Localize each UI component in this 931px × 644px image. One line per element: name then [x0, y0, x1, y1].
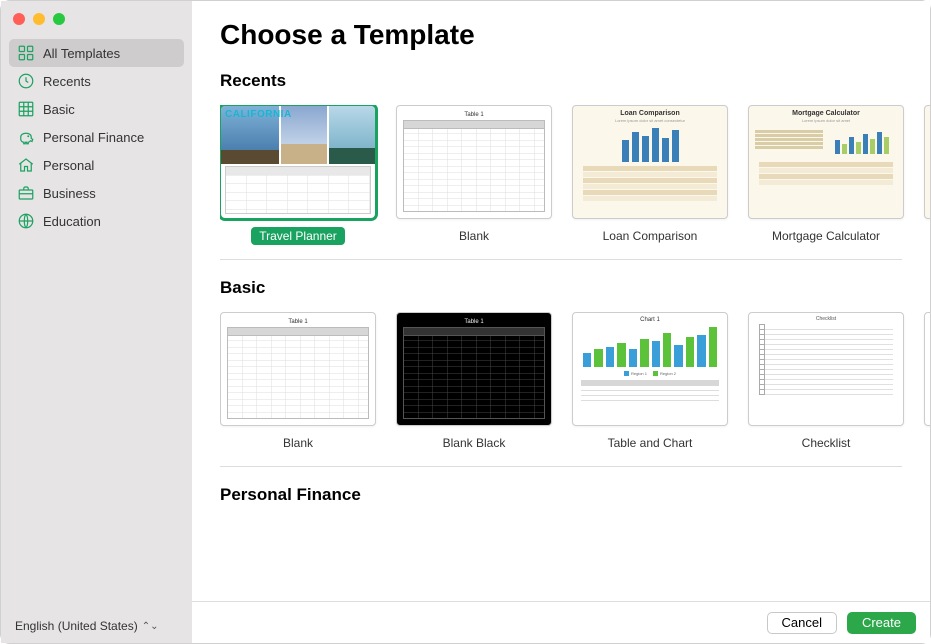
chevron-updown-icon: ⌃⌄ — [142, 621, 159, 632]
globe-icon — [17, 212, 35, 230]
sidebar-item-label: Recents — [43, 74, 91, 89]
page-title: Choose a Template — [220, 19, 930, 51]
footer: Cancel Create — [192, 601, 930, 643]
template-thumbnail: Loan ComparisonLorem ipsum dolor sit ame… — [572, 105, 728, 219]
sidebar-list: All Templates Recents Basic Personal Financ… — [1, 39, 192, 609]
minimize-window-button[interactable] — [33, 13, 45, 25]
section-personal-finance: Personal Finance — [220, 485, 930, 525]
template-thumbnail: Mortgage CalculatorLorem ipsum dolor sit… — [748, 105, 904, 219]
sidebar-item-personal[interactable]: Personal — [9, 151, 184, 179]
template-thumbnail: Table 1 — [220, 312, 376, 426]
template-thumbnail: Table 1 — [396, 312, 552, 426]
window-controls — [1, 9, 192, 39]
template-loan-comparison[interactable]: Loan ComparisonLorem ipsum dolor sit ame… — [572, 105, 728, 245]
sidebar-item-personal-finance[interactable]: Personal Finance — [9, 123, 184, 151]
sidebar-item-label: Business — [43, 186, 96, 201]
sidebar-item-basic[interactable]: Basic — [9, 95, 184, 123]
create-button[interactable]: Create — [847, 612, 916, 634]
template-mortgage-calculator[interactable]: Mortgage CalculatorLorem ipsum dolor sit… — [748, 105, 904, 245]
grid-icon — [17, 100, 35, 118]
section-basic: Basic Table 1 Blank Table 1 Blank Black Chart… — [220, 278, 930, 458]
template-thumbnail: Table 1 — [396, 105, 552, 219]
template-row: CALIFORNIAItinerary Travel Planner Table 1… — [220, 105, 930, 251]
template-row — [220, 519, 930, 525]
template-label: Blank — [451, 227, 497, 245]
briefcase-icon — [17, 184, 35, 202]
main-panel: Choose a Template Recents CALIFORNIAItine… — [192, 1, 930, 643]
template-travel-planner[interactable]: CALIFORNIAItinerary Travel Planner — [220, 105, 376, 245]
template-label: Checklist — [794, 434, 859, 452]
template-thumbnail: CALIFORNIAItinerary — [220, 105, 376, 219]
template-thumbnail: Portfolio$00000.00 — [924, 105, 930, 219]
sidebar-item-all-templates[interactable]: All Templates — [9, 39, 184, 67]
section-divider — [220, 259, 902, 260]
section-title: Basic — [220, 278, 930, 298]
sidebar-item-label: Education — [43, 214, 101, 229]
clock-icon — [17, 72, 35, 90]
sidebar-item-label: Personal Finance — [43, 130, 144, 145]
template-thumbnail: Checklist — [748, 312, 904, 426]
content-scroll[interactable]: Choose a Template Recents CALIFORNIAItine… — [192, 1, 930, 601]
template-label: Travel Planner — [251, 227, 345, 245]
template-blank[interactable]: Table 1 Blank — [220, 312, 376, 452]
sidebar-item-education[interactable]: Education — [9, 207, 184, 235]
template-my-sto[interactable]: Portfolio$00000.00 My Sto — [924, 105, 930, 245]
sidebar-item-business[interactable]: Business — [9, 179, 184, 207]
template-label: Table and Chart — [600, 434, 701, 452]
template-label: Mortgage Calculator — [764, 227, 888, 245]
section-title: Recents — [220, 71, 930, 91]
sidebar-item-label: Personal — [43, 158, 94, 173]
templates-grid-icon — [17, 44, 35, 62]
template-blank-black[interactable]: Table 1 Blank Black — [396, 312, 552, 452]
language-label: English (United States) — [15, 619, 138, 633]
sidebar: All Templates Recents Basic Personal Financ… — [1, 1, 192, 643]
template-checklist[interactable]: Checklist Checklist — [748, 312, 904, 452]
template-blank[interactable]: Table 1 Blank — [396, 105, 552, 245]
template-table-and-chart[interactable]: Chart 1Region 1Region 2 Table and Chart — [572, 312, 728, 452]
template-chooser-window: All Templates Recents Basic Personal Financ… — [1, 1, 930, 643]
template-thumbnail: Chart 1Region 1Region 2 — [572, 312, 728, 426]
section-divider — [220, 466, 902, 467]
cancel-button[interactable]: Cancel — [767, 612, 837, 634]
template-label: My Sto — [927, 227, 930, 245]
close-window-button[interactable] — [13, 13, 25, 25]
piggybank-icon — [17, 128, 35, 146]
template-label: Loan Comparison — [595, 227, 706, 245]
fullscreen-window-button[interactable] — [53, 13, 65, 25]
language-selector[interactable]: English (United States) ⌃⌄ — [1, 609, 192, 643]
template-label: Blank Black — [435, 434, 514, 452]
section-recents: Recents CALIFORNIAItinerary Travel Planner… — [220, 71, 930, 251]
template-label: Blank — [275, 434, 321, 452]
sidebar-item-recents[interactable]: Recents — [9, 67, 184, 95]
section-title: Personal Finance — [220, 485, 930, 505]
sidebar-item-label: All Templates — [43, 46, 120, 61]
sidebar-item-label: Basic — [43, 102, 75, 117]
home-icon — [17, 156, 35, 174]
template-chec[interactable]: ChecklistChec — [924, 312, 930, 452]
template-thumbnail: Checklist — [924, 312, 930, 426]
template-row: Table 1 Blank Table 1 Blank Black Chart 1Reg… — [220, 312, 930, 458]
